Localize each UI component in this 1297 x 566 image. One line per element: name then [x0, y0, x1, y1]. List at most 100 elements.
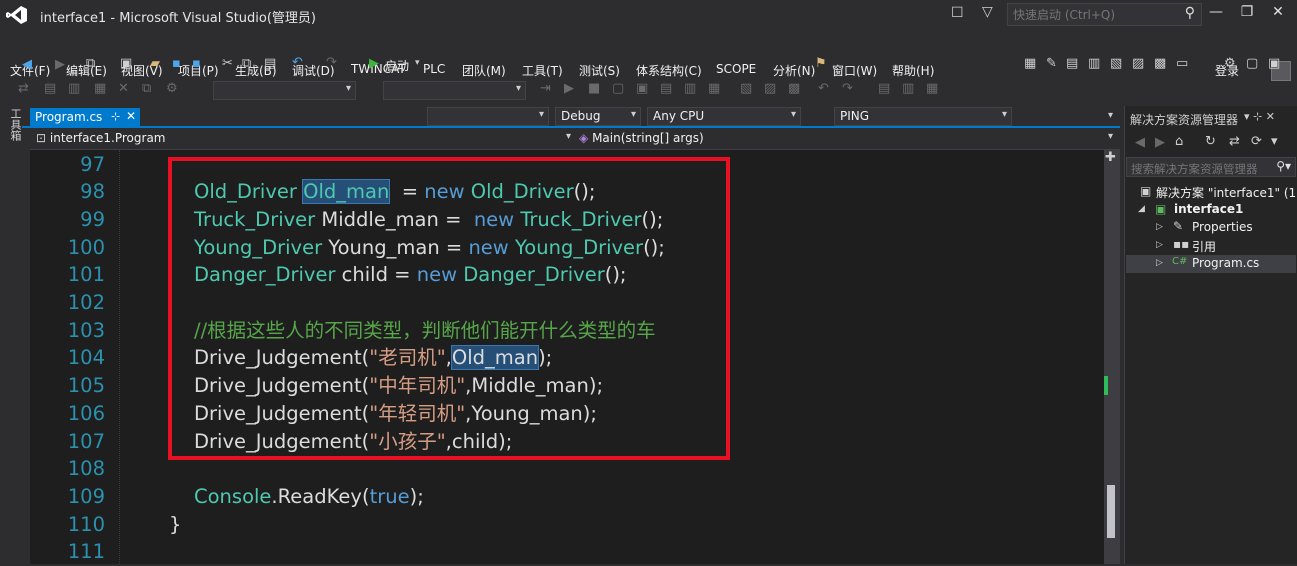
- collapsed-arrow-icon[interactable]: ▷: [1156, 258, 1163, 268]
- tool-icon-7[interactable]: ▭: [1176, 56, 1188, 71]
- chevron-down-icon[interactable]: ▾: [566, 131, 571, 142]
- toolbar2-icon-14[interactable]: ▧: [740, 81, 752, 96]
- stop-icon[interactable]: ■: [588, 81, 600, 96]
- toolbar2-icon-16[interactable]: ▩: [788, 81, 800, 96]
- redo-icon[interactable]: ↷: [326, 55, 337, 70]
- chevron-down-icon[interactable]: ▾: [1244, 110, 1250, 123]
- tree-item-program-cs[interactable]: ▷ C# Program.cs: [1126, 255, 1296, 273]
- tree-item-solution[interactable]: ▣ 解决方案 "interface1" (1: [1126, 183, 1296, 201]
- toolbar2-icon-13[interactable]: ▦: [708, 81, 720, 96]
- sync-icon[interactable]: ↻: [1205, 134, 1216, 149]
- start-play-icon[interactable]: ▶: [369, 56, 379, 71]
- toolbar2-icon-17[interactable]: ↶: [818, 81, 829, 96]
- scrollbar-thumb[interactable]: [1107, 485, 1115, 538]
- line-number: 105: [67, 374, 105, 398]
- tab-program-cs[interactable]: Program.cs ⊹ ✕: [30, 108, 140, 128]
- toolbar2-icon-18[interactable]: ↷: [842, 81, 853, 96]
- toolbar2-icon-10[interactable]: ▣: [636, 81, 648, 96]
- type-dropdown[interactable]: ⊡ interface1.Program: [36, 131, 166, 145]
- tab-overflow-icon[interactable]: ▾: [1108, 110, 1113, 121]
- tool-icon-8[interactable]: ⚙: [1224, 56, 1236, 71]
- forward-icon[interactable]: ▶: [55, 57, 65, 72]
- toolbar2-icon-6[interactable]: ⧉: [142, 81, 151, 96]
- left-dock-strip: [0, 106, 22, 564]
- tool-icon-2[interactable]: ▤: [1066, 56, 1078, 71]
- toolbar2-icon-11[interactable]: ▤: [660, 81, 672, 96]
- toolbar2-icon-2[interactable]: ▤: [44, 81, 56, 96]
- wrench-icon: ✎: [1173, 219, 1184, 233]
- wrench-icon[interactable]: ✎: [1046, 56, 1057, 71]
- feedback-icon[interactable]: ☐: [951, 5, 964, 21]
- minimize-icon[interactable]: —: [1206, 4, 1226, 20]
- pin-icon[interactable]: ⊹: [1253, 110, 1262, 123]
- tree-item-references[interactable]: ▷ ▪▪ 引用: [1126, 237, 1296, 255]
- line-number: 109: [67, 484, 105, 508]
- toolbar2-icon-20[interactable]: ▥: [902, 81, 914, 96]
- toolbar2-icon-21[interactable]: ▦: [926, 81, 938, 96]
- toolbar2-dropdown-2[interactable]: ▾: [383, 81, 526, 100]
- toolbar2-icon-15[interactable]: ▨: [764, 81, 776, 96]
- tool-icon-10[interactable]: ▣: [1268, 56, 1280, 71]
- solution-search-input[interactable]: [1127, 160, 1273, 178]
- quick-launch-input[interactable]: [1008, 6, 1178, 24]
- save-icon[interactable]: ▪: [172, 56, 181, 71]
- more-icon[interactable]: ▾: [1271, 134, 1278, 149]
- tool-icon-9[interactable]: ▢: [1246, 56, 1258, 71]
- tree-item-label: Program.cs: [1192, 256, 1260, 270]
- toolbar2-icon-12[interactable]: ▥: [684, 81, 696, 96]
- back-icon[interactable]: ◀: [1135, 135, 1145, 150]
- forward-icon[interactable]: ▶: [1155, 135, 1165, 150]
- member-dropdown[interactable]: ◈ Main(string[] args): [579, 131, 704, 145]
- toolbar2-icon-4[interactable]: ▦: [94, 81, 106, 96]
- pin-icon[interactable]: ⊹: [111, 110, 120, 123]
- tool-icon-6[interactable]: ▩: [1154, 56, 1166, 71]
- toolbar2-dropdown-1[interactable]: ▾: [213, 81, 356, 100]
- tool-icon-1[interactable]: ▦: [1024, 56, 1036, 71]
- start-dropdown-icon[interactable]: ▾: [415, 58, 420, 68]
- toolbox-tab[interactable]: 工具箱: [8, 108, 22, 141]
- solution-icon: ▣: [1140, 184, 1152, 198]
- toolbar2-icon-9[interactable]: ▢: [612, 81, 624, 96]
- chevron-down-icon[interactable]: ▾: [1108, 131, 1113, 142]
- close-icon[interactable]: ✕: [126, 109, 136, 123]
- tool-icon-5[interactable]: ▨: [1132, 56, 1144, 71]
- tree-item-properties[interactable]: ▷ ✎ Properties: [1126, 219, 1296, 237]
- continue-icon[interactable]: ▶: [564, 81, 574, 96]
- solution-search-box[interactable]: ⚲▾: [1126, 157, 1296, 178]
- search-icon[interactable]: ⚲▾: [1276, 159, 1291, 173]
- close-icon[interactable]: ✕: [1266, 110, 1275, 123]
- filter-icon[interactable]: ▽: [982, 4, 993, 20]
- paste-icon[interactable]: ▤: [264, 56, 276, 71]
- home-icon[interactable]: ⌂: [1175, 134, 1183, 149]
- collapsed-arrow-icon[interactable]: ▷: [1156, 222, 1163, 232]
- tool-icon-3[interactable]: ▥: [1088, 56, 1100, 71]
- toolbar2-icon-8[interactable]: ⇥: [540, 81, 551, 96]
- restore-icon[interactable]: ❐: [1237, 4, 1257, 20]
- toolbar2-icon-7[interactable]: ⚙: [166, 81, 178, 96]
- toolbar2-icon-3[interactable]: ▥: [68, 81, 80, 96]
- close-icon[interactable]: ✕: [1268, 4, 1288, 20]
- refresh-icon[interactable]: ⟳: [1251, 134, 1262, 149]
- new-project-icon[interactable]: ⧉: [86, 56, 95, 71]
- back-icon[interactable]: ◀: [22, 57, 32, 72]
- expanded-arrow-icon[interactable]: ◢: [1138, 204, 1145, 214]
- undo-icon[interactable]: ↶: [292, 55, 303, 70]
- panel-options-icons[interactable]: ▾ ⊹ ✕: [1244, 110, 1275, 123]
- tree-item-project[interactable]: ◢ ▣ interface1: [1126, 201, 1296, 219]
- quick-launch-box[interactable]: ⚲: [1007, 3, 1202, 26]
- toolbar2-icon-1[interactable]: ⇄: [18, 81, 29, 96]
- collapsed-arrow-icon[interactable]: ▷: [1156, 240, 1163, 250]
- toolbar2-icon-19[interactable]: ▤: [878, 81, 890, 96]
- toolbar2-icon-5[interactable]: ✕: [118, 81, 129, 96]
- new-item-icon[interactable]: ▣: [120, 56, 132, 71]
- split-editor-icon[interactable]: ✚: [1105, 150, 1116, 165]
- collapse-icon[interactable]: ⇄: [1229, 134, 1240, 149]
- copy-icon[interactable]: ⧉: [242, 56, 251, 71]
- tool-icon-4[interactable]: ▧: [1110, 56, 1122, 71]
- search-icon[interactable]: ⚲: [1185, 5, 1195, 21]
- cut-icon[interactable]: ✂: [222, 56, 233, 71]
- start-button[interactable]: 启动: [385, 57, 409, 74]
- save-all-icon[interactable]: ▪: [192, 56, 201, 71]
- line-number: 100: [67, 235, 105, 259]
- open-file-icon[interactable]: ▰: [150, 56, 160, 71]
